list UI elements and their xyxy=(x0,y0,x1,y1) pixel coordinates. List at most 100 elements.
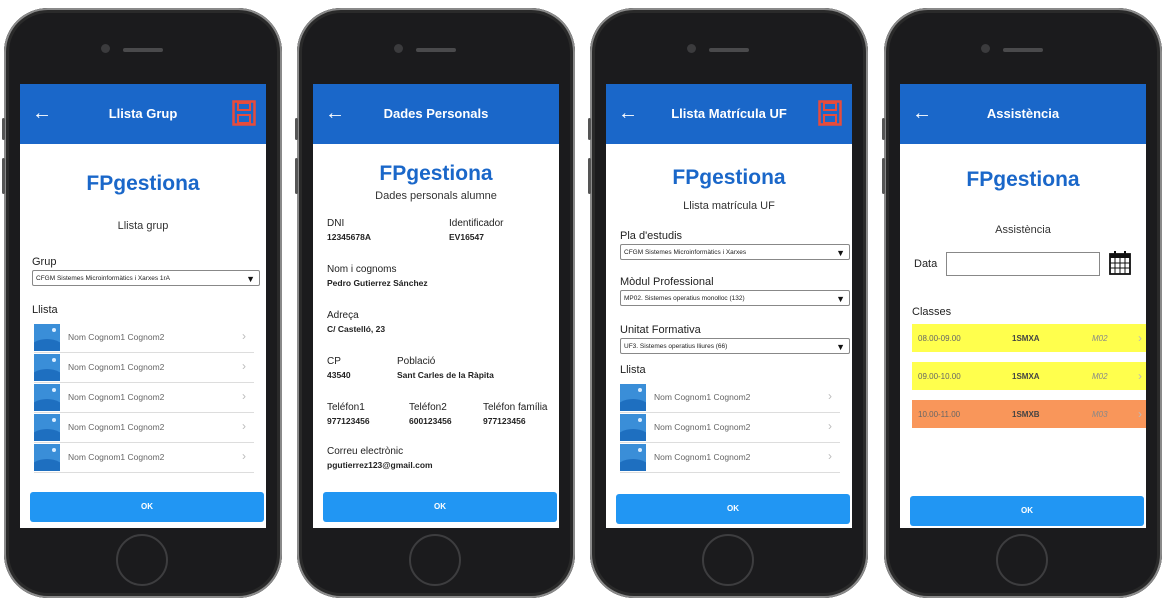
phone2-value: 600123456 xyxy=(409,416,452,426)
chevron-right-icon: › xyxy=(828,449,832,463)
app-bar: ← Dades Personals xyxy=(313,84,559,144)
phone-frame: ← Llista Matrícula UF FPgestiona Llista … xyxy=(588,8,868,598)
phone-family-value: 977123456 xyxy=(483,416,526,426)
student-name: Nom Cognom1 Cognom2 xyxy=(654,452,751,462)
group-select-value: CFGM Sistemes Microinformàtics i Xarxes … xyxy=(36,275,170,282)
brand-title: FPgestiona xyxy=(966,168,1080,191)
class-row[interactable]: 08.00-09.00 1SMXA M02 › xyxy=(912,324,1146,352)
address-label: Adreça xyxy=(327,310,359,321)
student-name: Nom Cognom1 Cognom2 xyxy=(654,422,751,432)
student-name: Nom Cognom1 Cognom2 xyxy=(654,392,751,402)
chevron-right-icon: › xyxy=(242,419,246,433)
chevron-right-icon: › xyxy=(1138,369,1142,383)
phone-family-label: Teléfon família xyxy=(483,402,548,413)
name-label: Nom i cognoms xyxy=(327,264,397,275)
camera xyxy=(981,44,990,53)
list-label: Llista xyxy=(32,304,58,316)
ok-button[interactable]: OK xyxy=(323,492,557,522)
class-time: 09.00-10.00 xyxy=(918,372,961,381)
unit-select[interactable]: UF3. Sistemes operatius lliures (66) ▼ xyxy=(620,338,850,354)
class-row[interactable]: 09.00-10.00 1SMXA M02 › xyxy=(912,362,1146,390)
save-icon[interactable] xyxy=(818,100,842,126)
email-label: Correu electrònic xyxy=(327,446,404,457)
camera xyxy=(687,44,696,53)
brand-title: FPgestiona xyxy=(86,172,200,195)
date-input[interactable] xyxy=(946,252,1100,276)
app-bar: ← Llista Grup xyxy=(20,84,266,144)
image-placeholder-icon xyxy=(620,384,646,411)
chevron-right-icon: › xyxy=(1138,407,1142,421)
app-bar: ← Llista Matrícula UF xyxy=(606,84,852,144)
page-title: Dades Personals xyxy=(383,106,489,121)
dropdown-arrow-icon: ▼ xyxy=(836,342,845,352)
student-list-item[interactable]: Nom Cognom1 Cognom2 › xyxy=(34,384,254,413)
module-select[interactable]: MP02. Sistemes operatius monolloc (132) … xyxy=(620,290,850,306)
speaker xyxy=(123,48,163,52)
student-list-item[interactable]: Nom Cognom1 Cognom2 › xyxy=(34,324,254,353)
student-list-item[interactable]: Nom Cognom1 Cognom2 › xyxy=(620,444,840,473)
unit-label: Unitat Formativa xyxy=(620,324,701,336)
student-name: Nom Cognom1 Cognom2 xyxy=(68,422,165,432)
student-list-item[interactable]: Nom Cognom1 Cognom2 › xyxy=(34,354,254,383)
classes-label: Classes xyxy=(912,306,952,318)
student-list-item[interactable]: Nom Cognom1 Cognom2 › xyxy=(34,444,254,473)
group-select[interactable]: CFGM Sistemes Microinformàtics i Xarxes … xyxy=(32,270,260,286)
class-group: 1SMXA xyxy=(1012,372,1040,381)
camera xyxy=(101,44,110,53)
class-time: 08.00-09.00 xyxy=(918,334,961,343)
ok-button[interactable]: OK xyxy=(910,496,1144,526)
phone-frame: ← Assistència FPgestiona Assistència Dat… xyxy=(882,8,1162,598)
page-title: Assistència xyxy=(986,106,1060,121)
save-icon[interactable] xyxy=(232,100,256,126)
town-value: Sant Carles de la Ràpita xyxy=(397,370,494,380)
home-button[interactable] xyxy=(116,534,168,586)
ok-button[interactable]: OK xyxy=(30,492,264,522)
list-label: Llista xyxy=(620,364,646,376)
page-subtitle: Llista matrícula UF xyxy=(683,200,775,212)
dropdown-arrow-icon: ▼ xyxy=(836,248,845,258)
chevron-right-icon: › xyxy=(828,419,832,433)
ok-button[interactable]: OK xyxy=(616,494,850,524)
chevron-right-icon: › xyxy=(242,389,246,403)
cp-value: 43540 xyxy=(327,370,351,380)
class-module: M02 xyxy=(1092,372,1108,381)
page-subtitle: Dades personals alumne xyxy=(375,190,497,202)
class-group: 1SMXA xyxy=(1012,334,1040,343)
speaker xyxy=(1003,48,1043,52)
module-label: Mòdul Professional xyxy=(620,276,714,288)
calendar-icon[interactable] xyxy=(1108,250,1132,276)
speaker xyxy=(709,48,749,52)
student-name: Nom Cognom1 Cognom2 xyxy=(68,362,165,372)
dropdown-arrow-icon: ▼ xyxy=(246,274,255,284)
screen-llista-grup: ← Llista Grup FPgestiona Llista grup Gru… xyxy=(20,84,266,528)
email-value: pgutierrez123@gmail.com xyxy=(327,460,433,470)
class-module: M02 xyxy=(1092,334,1108,343)
student-name: Nom Cognom1 Cognom2 xyxy=(68,392,165,402)
phone1-value: 977123456 xyxy=(327,416,370,426)
cp-label: CP xyxy=(327,356,341,367)
brand-title: FPgestiona xyxy=(672,166,786,189)
page-title: Llista Matrícula UF xyxy=(671,106,787,121)
unit-select-value: UF3. Sistemes operatius lliures (66) xyxy=(624,343,728,350)
student-list-item[interactable]: Nom Cognom1 Cognom2 › xyxy=(620,414,840,443)
home-button[interactable] xyxy=(702,534,754,586)
page-title: Llista Grup xyxy=(108,106,178,121)
image-placeholder-icon xyxy=(620,444,646,471)
home-button[interactable] xyxy=(409,534,461,586)
class-row[interactable]: 10.00-11.00 1SMXB M03 › xyxy=(912,400,1146,428)
identifier-label: Identificador xyxy=(449,218,504,229)
date-label: Data xyxy=(914,258,938,270)
plan-select-value: CFGM Sistemes Microinformàtics i Xarxes xyxy=(624,249,747,256)
phone2-label: Teléfon2 xyxy=(409,402,447,413)
plan-select[interactable]: CFGM Sistemes Microinformàtics i Xarxes … xyxy=(620,244,850,260)
speaker xyxy=(416,48,456,52)
student-list-item[interactable]: Nom Cognom1 Cognom2 › xyxy=(34,414,254,443)
chevron-right-icon: › xyxy=(242,359,246,373)
home-button[interactable] xyxy=(996,534,1048,586)
student-name: Nom Cognom1 Cognom2 xyxy=(68,332,165,342)
student-list-item[interactable]: Nom Cognom1 Cognom2 › xyxy=(620,384,840,413)
chevron-right-icon: › xyxy=(1138,331,1142,345)
dropdown-arrow-icon: ▼ xyxy=(836,294,845,304)
page-subtitle: Llista grup xyxy=(117,220,169,232)
chevron-right-icon: › xyxy=(242,449,246,463)
